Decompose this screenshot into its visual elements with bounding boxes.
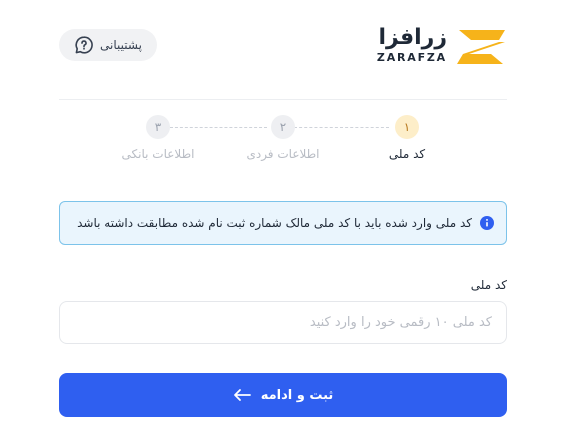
- info-icon: [480, 216, 494, 230]
- brand-logo: زرافزا ZARAFZA: [367, 24, 507, 70]
- step-bank-info: ۳ اطلاعات بانکی: [113, 115, 203, 161]
- support-label: پشتیبانی: [100, 38, 142, 52]
- brand-name-en: ZARAFZA: [376, 51, 447, 64]
- step-number: ۱: [395, 115, 419, 139]
- registration-page: زرافزا ZARAFZA پشتیبانی ۱ کد ملی ۲ اطلاع…: [0, 0, 563, 443]
- step-label: اطلاعات فردی: [246, 147, 320, 161]
- step-number: ۲: [271, 115, 295, 139]
- brand-name-fa: زرافزا: [378, 25, 447, 50]
- submit-label: ثبت و ادامه: [260, 387, 334, 403]
- support-button[interactable]: پشتیبانی: [59, 29, 157, 61]
- step-label: کد ملی: [388, 147, 426, 161]
- chat-question-icon: [74, 35, 94, 55]
- step-personal-info: ۲ اطلاعات فردی: [238, 115, 328, 161]
- arrow-left-icon: [233, 388, 251, 402]
- national-code-input[interactable]: [59, 301, 507, 344]
- national-code-label: کد ملی: [470, 278, 507, 292]
- step-national-code: ۱ کد ملی: [362, 115, 452, 161]
- header-divider: [59, 99, 507, 100]
- step-number: ۳: [146, 115, 170, 139]
- info-alert: کد ملی وارد شده باید با کد ملی مالک شمار…: [59, 201, 507, 245]
- zarafza-logo-icon: [457, 30, 505, 64]
- submit-continue-button[interactable]: ثبت و ادامه: [59, 373, 507, 417]
- stepper: ۱ کد ملی ۲ اطلاعات فردی ۳ اطلاعات بانکی: [59, 115, 507, 175]
- header: زرافزا ZARAFZA پشتیبانی: [59, 24, 507, 70]
- step-label: اطلاعات بانکی: [121, 147, 195, 161]
- alert-text: کد ملی وارد شده باید با کد ملی مالک شمار…: [77, 216, 472, 230]
